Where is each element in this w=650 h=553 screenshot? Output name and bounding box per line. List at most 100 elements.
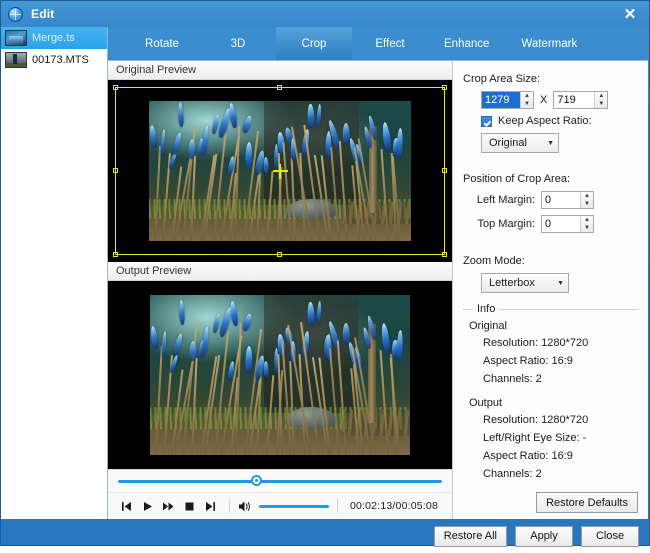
aspect-ratio-select[interactable]: Original ▼	[481, 133, 559, 153]
aspect-ratio-value: Original	[489, 137, 537, 149]
aspect-ratio-row: Original ▼	[463, 133, 638, 153]
sidebar-item-label: 00173.MTS	[32, 54, 89, 66]
tab-bar: Rotate 3D Crop Effect Enhance Watermark	[108, 27, 649, 60]
keep-aspect-ratio-label: Keep Aspect Ratio:	[498, 115, 592, 127]
info-output-heading: Output	[469, 397, 638, 409]
restore-defaults-row: Restore Defaults	[463, 486, 638, 513]
info-original-channels: Channels: 2	[483, 373, 638, 385]
crop-handle-top-left[interactable]	[113, 85, 118, 90]
sidebar-item-00173-mts[interactable]: 00173.MTS	[1, 49, 107, 71]
crop-height-stepper[interactable]: ▲ ▼	[553, 91, 608, 109]
left-margin-input[interactable]	[542, 192, 580, 208]
globe-icon	[8, 7, 23, 22]
left-margin-stepper[interactable]: ▲ ▼	[541, 191, 594, 209]
crop-settings-pane: Crop Area Size: ▲ ▼ X	[453, 61, 648, 519]
chevron-down-icon[interactable]: ▼	[581, 224, 593, 232]
position-of-crop-area-label: Position of Crop Area:	[463, 173, 638, 185]
apply-button[interactable]: Apply	[515, 526, 573, 547]
left-margin-spin-arrows[interactable]: ▲ ▼	[580, 192, 593, 208]
chevron-down-icon[interactable]: ▼	[521, 100, 533, 108]
chevron-down-icon[interactable]: ▼	[595, 100, 607, 108]
edit-window: Edit ✕ Merge.ts 00173.MTS Rotate 3D Crop…	[0, 0, 650, 546]
tab-watermark[interactable]: Watermark	[505, 27, 593, 60]
play-icon[interactable]	[137, 496, 158, 516]
keep-aspect-ratio-checkbox[interactable]	[481, 116, 492, 127]
control-divider	[229, 499, 230, 513]
skip-start-icon[interactable]	[116, 496, 137, 516]
playback-time: 00:02:13/00:05:08	[350, 500, 444, 512]
sidebar-item-merge-ts[interactable]: Merge.ts	[1, 27, 107, 49]
crop-handle-bottom-right[interactable]	[442, 252, 447, 257]
crop-width-input[interactable]	[482, 92, 520, 108]
window-title: Edit	[31, 7, 54, 21]
original-video-frame	[149, 101, 411, 241]
tab-crop[interactable]: Crop	[276, 27, 352, 60]
left-margin-label: Left Margin:	[463, 194, 535, 206]
video-thumbnail-00173-icon	[5, 52, 27, 68]
zoom-mode-value: Letterbox	[489, 277, 547, 289]
stop-icon[interactable]	[179, 496, 200, 516]
crop-height-input[interactable]	[554, 92, 594, 108]
top-margin-label: Top Margin:	[463, 218, 535, 230]
title-bar: Edit ✕	[1, 1, 649, 27]
info-legend: Info	[473, 303, 499, 315]
crop-handle-middle-left[interactable]	[113, 168, 118, 173]
close-button[interactable]: Close	[581, 526, 639, 547]
chevron-down-icon[interactable]: ▼	[581, 200, 593, 208]
skip-end-icon[interactable]	[200, 496, 221, 516]
crop-width-spin-arrows[interactable]: ▲ ▼	[520, 92, 533, 108]
crop-handle-top-center[interactable]	[277, 85, 282, 90]
output-video-frame	[150, 295, 410, 455]
crop-handle-bottom-left[interactable]	[113, 252, 118, 257]
fast-forward-icon[interactable]	[158, 496, 179, 516]
tab-3d[interactable]: 3D	[200, 27, 276, 60]
sidebar-item-label: Merge.ts	[32, 32, 75, 44]
video-thumbnail-merge-icon	[5, 30, 27, 46]
speaker-icon[interactable]	[238, 498, 254, 514]
main-column: Rotate 3D Crop Effect Enhance Watermark …	[108, 27, 649, 519]
crop-tab-content: Original Preview	[108, 60, 648, 519]
original-preview-video[interactable]	[108, 80, 452, 262]
tab-rotate[interactable]: Rotate	[124, 27, 200, 60]
restore-defaults-button[interactable]: Restore Defaults	[536, 492, 638, 513]
tab-effect[interactable]: Effect	[352, 27, 428, 60]
top-margin-row: Top Margin: ▲ ▼	[463, 215, 638, 233]
info-output-aspect-ratio: Aspect Ratio: 16:9	[483, 450, 638, 462]
preview-pane: Original Preview	[108, 61, 453, 519]
tab-enhance[interactable]: Enhance	[428, 27, 505, 60]
window-body: Merge.ts 00173.MTS Rotate 3D Crop Effect…	[1, 27, 649, 519]
dialog-footer: Restore All Apply Close	[1, 519, 649, 553]
original-preview-header: Original Preview	[108, 61, 452, 80]
seek-slider-handle[interactable]	[251, 475, 262, 486]
keep-aspect-ratio-row[interactable]: Keep Aspect Ratio:	[463, 115, 638, 127]
seek-slider[interactable]	[118, 480, 442, 483]
chevron-up-icon[interactable]: ▲	[581, 216, 593, 224]
volume-slider[interactable]	[259, 505, 329, 508]
info-original-heading: Original	[469, 320, 638, 332]
crop-handle-middle-right[interactable]	[442, 168, 447, 173]
crop-width-stepper[interactable]: ▲ ▼	[481, 91, 534, 109]
output-preview-header: Output Preview	[108, 262, 452, 281]
video-scene	[149, 101, 411, 241]
info-original-aspect-ratio: Aspect Ratio: 16:9	[483, 355, 638, 367]
zoom-mode-label: Zoom Mode:	[463, 255, 638, 267]
video-scene	[150, 295, 410, 455]
chevron-up-icon[interactable]: ▲	[595, 92, 607, 100]
close-icon[interactable]: ✕	[615, 3, 645, 25]
zoom-mode-select[interactable]: Letterbox ▼	[481, 273, 569, 293]
restore-all-button[interactable]: Restore All	[434, 526, 507, 547]
seek-row	[108, 470, 452, 492]
zoom-mode-row: Letterbox ▼	[463, 273, 638, 293]
player-bar: 00:02:13/00:05:08	[108, 469, 452, 519]
top-margin-spin-arrows[interactable]: ▲ ▼	[580, 216, 593, 232]
chevron-down-icon: ▼	[547, 140, 554, 147]
info-original-resolution: Resolution: 1280*720	[483, 337, 638, 349]
scene-fence	[342, 410, 410, 436]
chevron-up-icon[interactable]: ▲	[581, 192, 593, 200]
chevron-up-icon[interactable]: ▲	[521, 92, 533, 100]
crop-height-spin-arrows[interactable]: ▲ ▼	[594, 92, 607, 108]
top-margin-input[interactable]	[542, 216, 580, 232]
crop-handle-top-right[interactable]	[442, 85, 447, 90]
crop-handle-bottom-center[interactable]	[277, 252, 282, 257]
top-margin-stepper[interactable]: ▲ ▼	[541, 215, 594, 233]
